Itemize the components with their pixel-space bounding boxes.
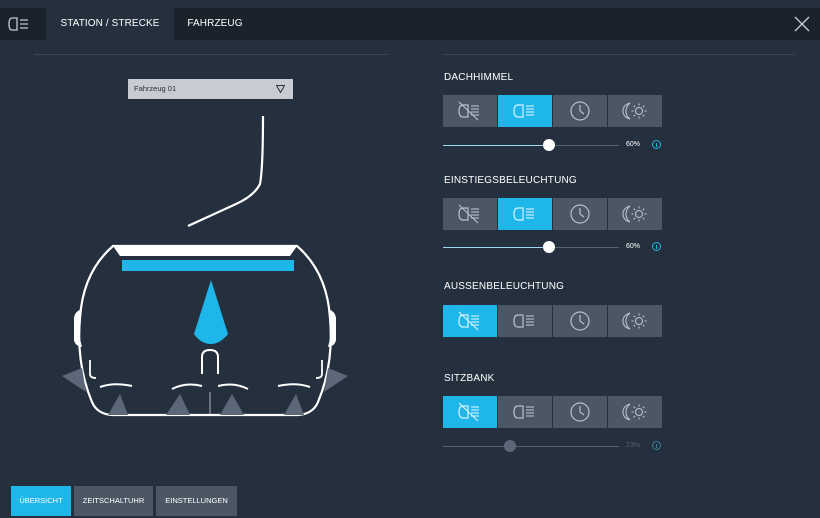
seat-right-2 <box>277 383 311 388</box>
light-cone <box>194 280 228 344</box>
slider-fill <box>443 145 549 146</box>
nav-einstellungen[interactable]: EINSTELLUNGEN <box>156 486 237 516</box>
tab-fahrzeug[interactable]: FAHRZEUG <box>180 8 250 40</box>
light-on-button[interactable] <box>498 305 552 337</box>
day-night-button[interactable] <box>608 396 662 428</box>
light-on-icon <box>513 207 534 221</box>
brightness-slider[interactable] <box>443 139 619 153</box>
right-seat-back <box>315 360 323 379</box>
day-night-icon <box>622 205 647 223</box>
ceiling-light <box>122 260 294 271</box>
light-on-icon <box>513 104 534 118</box>
day-night-button[interactable] <box>608 198 662 230</box>
slider-thumb[interactable] <box>503 440 516 452</box>
section-title: DACHHIMMEL <box>444 72 514 83</box>
vehicle-select-value: Fahrzeug 01 <box>134 84 177 93</box>
dropdown-triangle-icon <box>276 85 285 93</box>
info-icon[interactable] <box>652 441 661 450</box>
section-title: SITZBANK <box>444 373 495 384</box>
light-off-icon <box>458 204 479 224</box>
day-night-button[interactable] <box>608 305 662 337</box>
light-off-icon <box>458 101 479 121</box>
brightness-slider[interactable] <box>443 440 619 454</box>
nav-ubersicht[interactable]: ÜBERSICHT <box>11 486 71 516</box>
floor-light-3 <box>220 394 244 415</box>
close-icon[interactable] <box>792 14 812 34</box>
brightness-value: 23% <box>626 442 641 449</box>
day-night-button[interactable] <box>608 95 662 127</box>
brightness-slider[interactable] <box>443 241 619 255</box>
floor-light-1 <box>108 394 128 415</box>
floor-light-4 <box>284 394 304 415</box>
slider-fill <box>443 446 510 447</box>
timer-button[interactable] <box>553 95 607 127</box>
day-night-icon <box>622 312 647 330</box>
timer-button[interactable] <box>553 198 607 230</box>
day-night-icon <box>622 403 647 421</box>
light-on-button[interactable] <box>498 198 552 230</box>
light-off-button[interactable] <box>443 396 497 428</box>
clock-icon <box>570 311 590 331</box>
light-off-button[interactable] <box>443 198 497 230</box>
app-window: STATION / STRECKE FAHRZEUG Fahrzeug 01 D… <box>0 0 820 518</box>
slider-thumb[interactable] <box>542 139 555 151</box>
tab-station-strecke[interactable]: STATION / STRECKE <box>46 8 174 40</box>
nav-zeitschaltuhr[interactable]: ZEITSCHALTUHR <box>74 486 153 516</box>
light-on-icon <box>513 314 534 328</box>
light-on-button[interactable] <box>498 396 552 428</box>
center-pole <box>201 348 219 374</box>
top-bar: STATION / STRECKE FAHRZEUG <box>0 8 820 40</box>
vehicle-select[interactable]: Fahrzeug 01 <box>128 79 293 99</box>
floor-light-2 <box>166 394 190 415</box>
brightness-value: 60% <box>626 141 641 148</box>
seat-left-2 <box>171 383 203 390</box>
clock-icon <box>570 101 590 121</box>
clock-icon <box>570 204 590 224</box>
info-icon[interactable] <box>652 242 661 251</box>
light-on-icon <box>513 405 534 419</box>
light-on-button[interactable] <box>498 95 552 127</box>
right-outside-light <box>324 368 348 392</box>
right-divider <box>443 54 795 55</box>
slider-thumb[interactable] <box>542 241 555 253</box>
clock-icon <box>570 402 590 422</box>
seat-right-1 <box>217 383 249 390</box>
timer-button[interactable] <box>553 396 607 428</box>
light-off-icon <box>458 311 479 331</box>
menu-lamp-icon[interactable] <box>8 16 30 32</box>
slider-fill <box>443 247 549 248</box>
vehicle-cross-section-diagram <box>62 115 348 417</box>
info-icon[interactable] <box>652 140 661 149</box>
roof-panel <box>113 246 297 256</box>
light-off-icon <box>458 402 479 422</box>
light-off-button[interactable] <box>443 305 497 337</box>
seat-left-1 <box>99 383 133 388</box>
light-off-button[interactable] <box>443 95 497 127</box>
left-divider <box>34 54 388 55</box>
day-night-icon <box>622 102 647 120</box>
brightness-value: 60% <box>626 243 641 250</box>
timer-button[interactable] <box>553 305 607 337</box>
section-title: AUSSENBELEUCHTUNG <box>444 281 565 292</box>
left-outside-light <box>62 368 86 392</box>
section-title: EINSTIEGSBELEUCHTUNG <box>444 175 577 186</box>
left-seat-back <box>89 360 97 379</box>
ceiling-cable <box>187 115 265 227</box>
